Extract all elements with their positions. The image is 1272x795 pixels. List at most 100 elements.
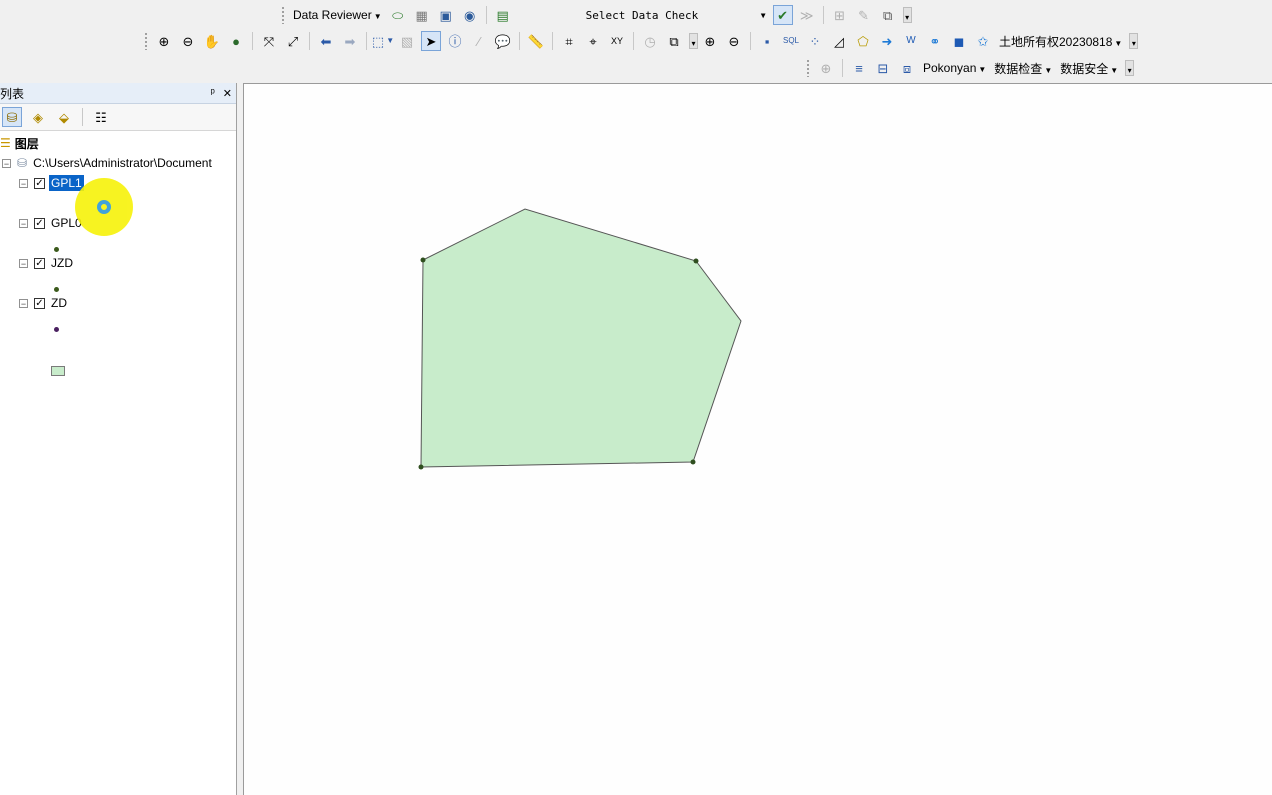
reviewer-info-icon[interactable]: ◉ <box>460 5 480 25</box>
parcel-vertex[interactable] <box>420 257 426 263</box>
list-by-drawing-order-icon[interactable]: ⛁ <box>2 107 22 127</box>
measure-icon[interactable]: 📏 <box>526 31 546 51</box>
go-to-xy-icon[interactable]: XY <box>607 31 627 51</box>
parcel-vertex[interactable] <box>418 464 424 470</box>
close-icon[interactable]: ✕ <box>223 87 232 100</box>
time-slider-icon[interactable]: ◷ <box>640 31 660 51</box>
list-by-visibility-icon[interactable]: ⬙ <box>54 107 74 127</box>
add-record-icon[interactable]: ⊞ <box>830 5 850 25</box>
pokonyan-menu[interactable]: Pokonyan ▼ <box>919 61 990 75</box>
select-data-check-combo[interactable]: Select Data Check ▼ <box>514 6 771 24</box>
toolbar-overflow-button[interactable]: ▾ <box>1129 33 1139 49</box>
collapse-icon[interactable]: − <box>19 178 28 188</box>
zoom-in-layout-icon[interactable]: ⊕ <box>700 31 720 51</box>
zoom-in-icon[interactable]: ⊕ <box>154 31 174 51</box>
collapse-icon[interactable]: − <box>19 218 28 228</box>
layers-root[interactable]: ☰ 图层 <box>0 134 39 152</box>
parcel-vertex[interactable] <box>690 459 696 465</box>
find-route-icon[interactable]: ⌖ <box>583 31 603 51</box>
layer-visibility-checkbox[interactable]: ✓ <box>34 217 45 229</box>
link-icon[interactable]: ⚭ <box>925 31 945 51</box>
collapse-icon[interactable]: − <box>19 258 28 268</box>
fixed-zoom-in-icon[interactable]: ⤧ <box>259 31 279 51</box>
layer-zd[interactable]: − ✓ ZD <box>19 294 69 312</box>
toolbar-separator <box>750 32 751 50</box>
polygon-symbol[interactable] <box>51 366 65 376</box>
toolbar-separator <box>366 32 367 50</box>
sql-icon[interactable]: SQL <box>781 31 801 51</box>
list-by-source-icon[interactable]: ◈ <box>28 107 48 127</box>
vertex-icon[interactable]: ⁘ <box>805 31 825 51</box>
toolbar-grip[interactable] <box>281 6 285 24</box>
reviewer-table-icon[interactable]: ▦ <box>412 5 432 25</box>
parcel-polygon[interactable] <box>420 208 742 468</box>
polygon-select-icon[interactable]: ⬠ <box>853 31 873 51</box>
layer-gpl1[interactable]: − ✓ GPL1 <box>19 174 84 192</box>
options-icon[interactable]: ☷ <box>91 107 111 127</box>
layer-name[interactable]: ZD <box>49 295 69 311</box>
save-icon[interactable]: ▪ <box>757 31 777 51</box>
point-symbol[interactable] <box>54 287 59 292</box>
reviewer-window-icon[interactable]: ⧉ <box>878 5 898 25</box>
data-check-menu[interactable]: 数据检查 ▼ <box>990 60 1056 77</box>
data-reviewer-menu[interactable]: Data Reviewer ▼ <box>289 8 386 22</box>
collapse-icon[interactable]: − <box>19 298 28 308</box>
zoom-out-icon[interactable]: ⊖ <box>178 31 198 51</box>
toolbar-overflow-button[interactable]: ▾ <box>689 33 698 49</box>
clear-selection-icon[interactable]: ▧ <box>397 31 417 51</box>
workspace-node[interactable]: − ⛁ C:\Users\Administrator\Document <box>2 154 212 172</box>
forward-arrow-icon[interactable]: ➡ <box>340 31 360 51</box>
layer-name[interactable]: JZD <box>49 255 75 271</box>
chevron-down-icon: ▼ <box>760 10 766 20</box>
sketch-icon[interactable]: ✎ <box>854 5 874 25</box>
cursor-highlight <box>75 178 133 236</box>
html-popup-icon[interactable]: 💬 <box>493 31 513 51</box>
toolbar-grip[interactable] <box>806 59 810 77</box>
fixed-zoom-out-icon[interactable]: ⤢ <box>283 31 303 51</box>
layer-gpl0[interactable]: − ✓ GPL0 <box>19 214 84 232</box>
toolbar-overflow-button[interactable]: ▾ <box>1125 60 1135 76</box>
export-icon[interactable]: ⊟ <box>873 58 893 78</box>
toolbar-overflow-button[interactable]: ▾ <box>902 7 912 23</box>
land-rights-menu[interactable]: 土地所有权20230818 ▼ <box>995 33 1126 50</box>
create-viewer-icon[interactable]: ⧉ <box>664 31 684 51</box>
shape-edit-icon[interactable]: ◿ <box>829 31 849 51</box>
identify-icon[interactable]: ⓘ <box>445 31 465 51</box>
cursor-ring-icon <box>97 200 111 214</box>
layer-visibility-checkbox[interactable]: ✓ <box>34 257 45 269</box>
point-symbol[interactable] <box>54 327 59 332</box>
data-check-icon[interactable]: ▤ <box>493 5 513 25</box>
crosshair-icon[interactable]: ⊕ <box>816 58 836 78</box>
zoom-out-layout-icon[interactable]: ⊖ <box>724 31 744 51</box>
layer-name[interactable]: GPL1 <box>49 175 84 191</box>
collapse-icon[interactable]: − <box>2 158 11 168</box>
map-view[interactable] <box>243 83 1272 795</box>
list-lines-icon[interactable]: ≡ <box>849 58 869 78</box>
hyperlink-icon[interactable]: ⁄ <box>469 31 489 51</box>
data-security-menu[interactable]: 数据安全 ▼ <box>1056 60 1122 77</box>
frame-icon[interactable]: ⧈ <box>897 58 917 78</box>
reviewer-browse-icon[interactable]: ▣ <box>436 5 456 25</box>
full-extent-globe-icon[interactable]: ● <box>226 31 246 51</box>
back-arrow-icon[interactable]: ⬅ <box>316 31 336 51</box>
toolbar-grip[interactable] <box>144 32 148 50</box>
pin-icon[interactable]: ᵖ <box>211 87 215 100</box>
select-elements-arrow-icon[interactable]: ➤ <box>421 31 441 51</box>
layer-jzd[interactable]: − ✓ JZD <box>19 254 75 272</box>
reviewer-session-icon[interactable]: ⬭ <box>388 5 408 25</box>
toolbar-separator <box>552 32 553 50</box>
run-check-icon[interactable]: ✔ <box>772 5 793 25</box>
point-symbol[interactable] <box>54 247 59 252</box>
select-features-icon[interactable]: ⬚ ▼ <box>372 31 394 51</box>
star-icon[interactable]: ✩ <box>973 31 993 51</box>
pan-hand-icon[interactable]: ✋ <box>202 31 222 51</box>
layer-visibility-checkbox[interactable]: ✓ <box>34 297 45 309</box>
arrow-circle-icon[interactable]: ➜ <box>877 31 897 51</box>
word-export-icon[interactable]: W <box>901 31 921 51</box>
parcel-vertex[interactable] <box>693 258 699 264</box>
layer-visibility-checkbox[interactable]: ✓ <box>34 177 45 189</box>
batch-check-icon[interactable]: ≫ <box>797 5 817 25</box>
map-canvas[interactable] <box>244 84 1272 795</box>
find-binoculars-icon[interactable]: ⌗ <box>559 31 579 51</box>
database-icon[interactable]: ◼ <box>949 31 969 51</box>
